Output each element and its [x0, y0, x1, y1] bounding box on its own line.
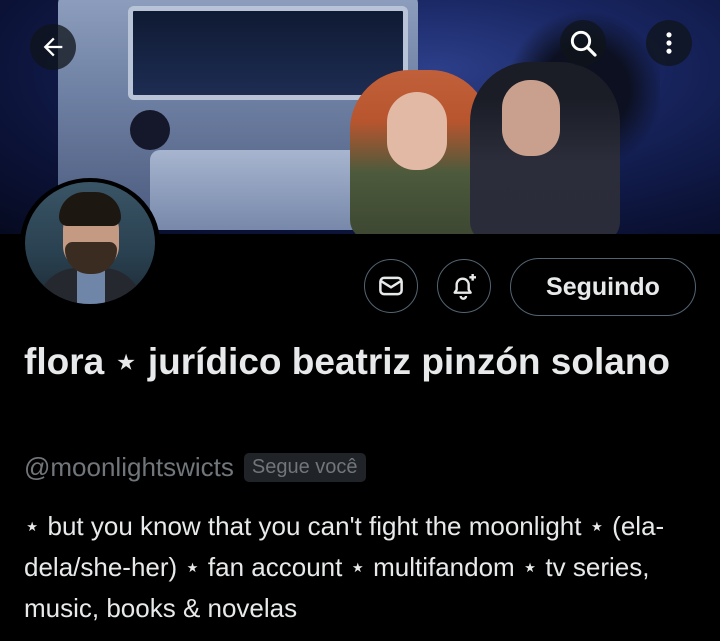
- search-icon: [570, 30, 597, 57]
- following-button[interactable]: Seguindo: [510, 258, 696, 316]
- follows-you-badge: Segue você: [243, 452, 366, 482]
- user-handle: @moonlightswicts: [24, 451, 234, 482]
- more-vertical-icon: [666, 32, 672, 54]
- avatar-image: [25, 182, 155, 304]
- banner-face-man: [502, 80, 560, 156]
- banner-grille: [150, 150, 360, 230]
- arrow-left-icon: [43, 37, 63, 57]
- banner-windshield: [128, 6, 408, 100]
- avatar[interactable]: [20, 178, 160, 308]
- display-name: flora ⋆ jurídico beatriz pinzón solano: [24, 341, 671, 382]
- banner-face-woman: [387, 92, 447, 170]
- handle-row: @moonlightswicts Segue você: [24, 450, 366, 484]
- banner-mirror: [130, 110, 170, 150]
- bell-plus-icon: [453, 274, 476, 300]
- search-button[interactable]: [560, 20, 606, 66]
- profile-bio: ⋆ but you know that you can't fight the …: [24, 511, 665, 623]
- envelope-icon: [379, 276, 403, 296]
- message-button[interactable]: [364, 259, 418, 313]
- notify-button[interactable]: [437, 259, 491, 313]
- more-button[interactable]: [646, 20, 692, 66]
- back-button[interactable]: [30, 24, 76, 70]
